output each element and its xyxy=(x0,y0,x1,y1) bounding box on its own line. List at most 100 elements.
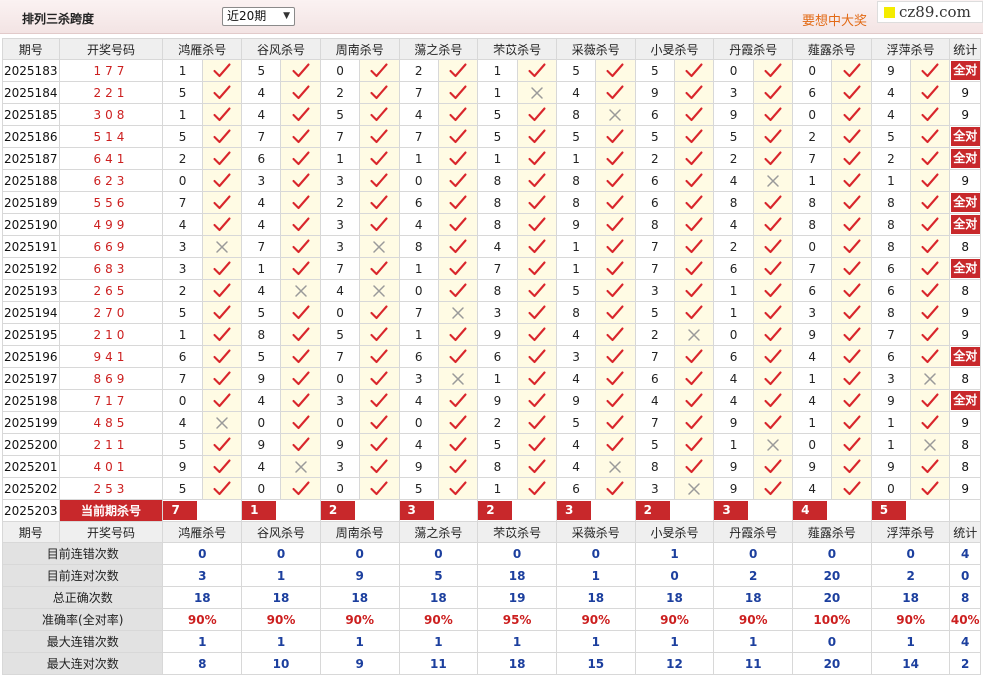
kill-number-cell: 7 xyxy=(634,411,676,434)
kill-number-cell: 6 xyxy=(634,169,676,192)
check-icon xyxy=(437,257,479,280)
all-correct-badge: 全对 xyxy=(950,215,980,234)
kill-number-cell: 6 xyxy=(634,191,676,214)
check-icon xyxy=(516,433,557,456)
kill-number-cell: 4 xyxy=(792,477,833,500)
kill-number-cell: 4 xyxy=(555,433,597,456)
kill-number-cell: 6 xyxy=(398,191,439,214)
check-icon xyxy=(752,389,794,412)
summary-value: 18 xyxy=(477,652,557,675)
check-icon xyxy=(752,147,794,170)
current-kill-badge: 3 xyxy=(557,501,591,520)
check-icon xyxy=(516,191,557,214)
column-header-expert: 芣苡杀号 xyxy=(477,521,557,543)
check-icon xyxy=(595,125,636,148)
summary-value: 3 xyxy=(162,564,243,587)
winning-number-cell: 308 xyxy=(58,103,164,126)
kill-number-cell: 4 xyxy=(398,433,439,456)
period-select-value: 近20期 xyxy=(227,9,267,23)
table-row: 2025190 499 4 4 3 4 8 9 8 4 8 8 全对 xyxy=(2,213,981,236)
kill-number-cell: 4 xyxy=(713,389,754,412)
summary-value: 90% xyxy=(398,608,479,631)
summary-value: 100% xyxy=(792,608,872,631)
stat-cell: 8 xyxy=(949,235,981,258)
winning-number-cell: 265 xyxy=(58,279,164,302)
summary-row: 最大连对次数 8 10 9 11 18 15 12 11 20 14 2 xyxy=(1,652,981,675)
kill-number-cell: 0 xyxy=(792,235,833,258)
period-select[interactable]: 近20期 ▼ xyxy=(222,7,295,26)
check-icon xyxy=(201,433,243,456)
logo-square-icon xyxy=(884,7,895,18)
period-cell: 2025183 xyxy=(2,59,60,82)
summary-value: 18 xyxy=(713,586,794,609)
summary-value: 12 xyxy=(634,652,715,675)
all-correct-badge: 全对 xyxy=(950,193,980,212)
check-icon xyxy=(673,235,715,258)
check-icon xyxy=(280,169,321,192)
summary-value: 8 xyxy=(162,652,243,675)
check-icon xyxy=(516,257,557,280)
check-icon xyxy=(595,257,636,280)
check-icon xyxy=(437,345,479,368)
check-icon xyxy=(673,433,715,456)
kill-number-cell: 9 xyxy=(477,323,518,346)
table-row: 2025191 669 3 7 3 8 4 1 7 2 0 8 8 xyxy=(2,235,981,258)
column-header-period: 期号 xyxy=(2,521,60,543)
kill-number-cell: 7 xyxy=(162,367,203,390)
winning-number-cell: 270 xyxy=(58,301,164,324)
check-icon xyxy=(831,191,872,214)
page-title: 排列三杀跨度 xyxy=(22,12,95,26)
stat-cell: 8 xyxy=(949,433,981,456)
check-icon xyxy=(437,389,479,412)
check-icon xyxy=(280,345,321,368)
column-header-expert: 薤露杀号 xyxy=(792,38,872,60)
summary-value: 95% xyxy=(477,608,557,631)
kill-number-cell: 9 xyxy=(870,455,912,478)
kill-number-cell: 0 xyxy=(241,477,282,500)
kill-number-cell: 2 xyxy=(634,323,676,346)
kill-number-cell: 0 xyxy=(398,411,439,434)
kill-number-cell: 4 xyxy=(792,345,833,368)
kill-number-cell: 5 xyxy=(713,125,754,148)
check-icon xyxy=(201,257,243,280)
check-icon xyxy=(673,191,715,214)
check-icon xyxy=(831,367,872,390)
winning-number-cell: 221 xyxy=(58,81,164,104)
check-icon xyxy=(673,345,715,368)
stat-cell: 全对 xyxy=(949,147,981,170)
promo-link[interactable]: 要想中大奖 xyxy=(802,10,867,29)
check-icon xyxy=(910,125,951,148)
check-icon xyxy=(516,169,557,192)
kill-number-cell: 6 xyxy=(713,257,754,280)
kill-number-cell: 4 xyxy=(162,213,203,236)
current-period-cell: 2025203 xyxy=(2,499,60,522)
kill-number-cell: 8 xyxy=(477,213,518,236)
kill-number-cell: 4 xyxy=(713,169,754,192)
winning-number-cell: 211 xyxy=(58,433,164,456)
check-icon xyxy=(516,367,557,390)
summary-row: 总正确次数 18 18 18 18 19 18 18 18 20 18 8 xyxy=(1,586,981,609)
check-icon xyxy=(437,191,479,214)
check-icon xyxy=(752,191,794,214)
cross-icon xyxy=(673,477,715,500)
stat-cell: 8 xyxy=(949,367,981,390)
table-row: 2025187 641 2 6 1 1 1 1 2 2 7 2 全对 xyxy=(2,147,981,170)
check-icon xyxy=(201,477,243,500)
summary-value: 1 xyxy=(713,630,794,653)
summary-value: 0 xyxy=(792,630,872,653)
kill-number-cell: 1 xyxy=(713,433,754,456)
kill-number-cell: 1 xyxy=(477,477,518,500)
kill-number-cell: 8 xyxy=(555,103,597,126)
check-icon xyxy=(673,389,715,412)
current-kill-number: 2 xyxy=(477,499,557,522)
check-icon xyxy=(752,279,794,302)
kill-number-cell: 6 xyxy=(634,103,676,126)
check-icon xyxy=(280,367,321,390)
check-icon xyxy=(910,191,951,214)
kill-number-cell: 0 xyxy=(398,169,439,192)
summary-value: 2 xyxy=(870,564,951,587)
summary-value: 0 xyxy=(319,542,400,565)
site-logo[interactable]: cz89.com xyxy=(877,1,983,23)
kill-number-cell: 1 xyxy=(870,411,912,434)
table-row: 2025188 623 0 3 3 0 8 8 6 4 1 1 9 xyxy=(2,169,981,192)
